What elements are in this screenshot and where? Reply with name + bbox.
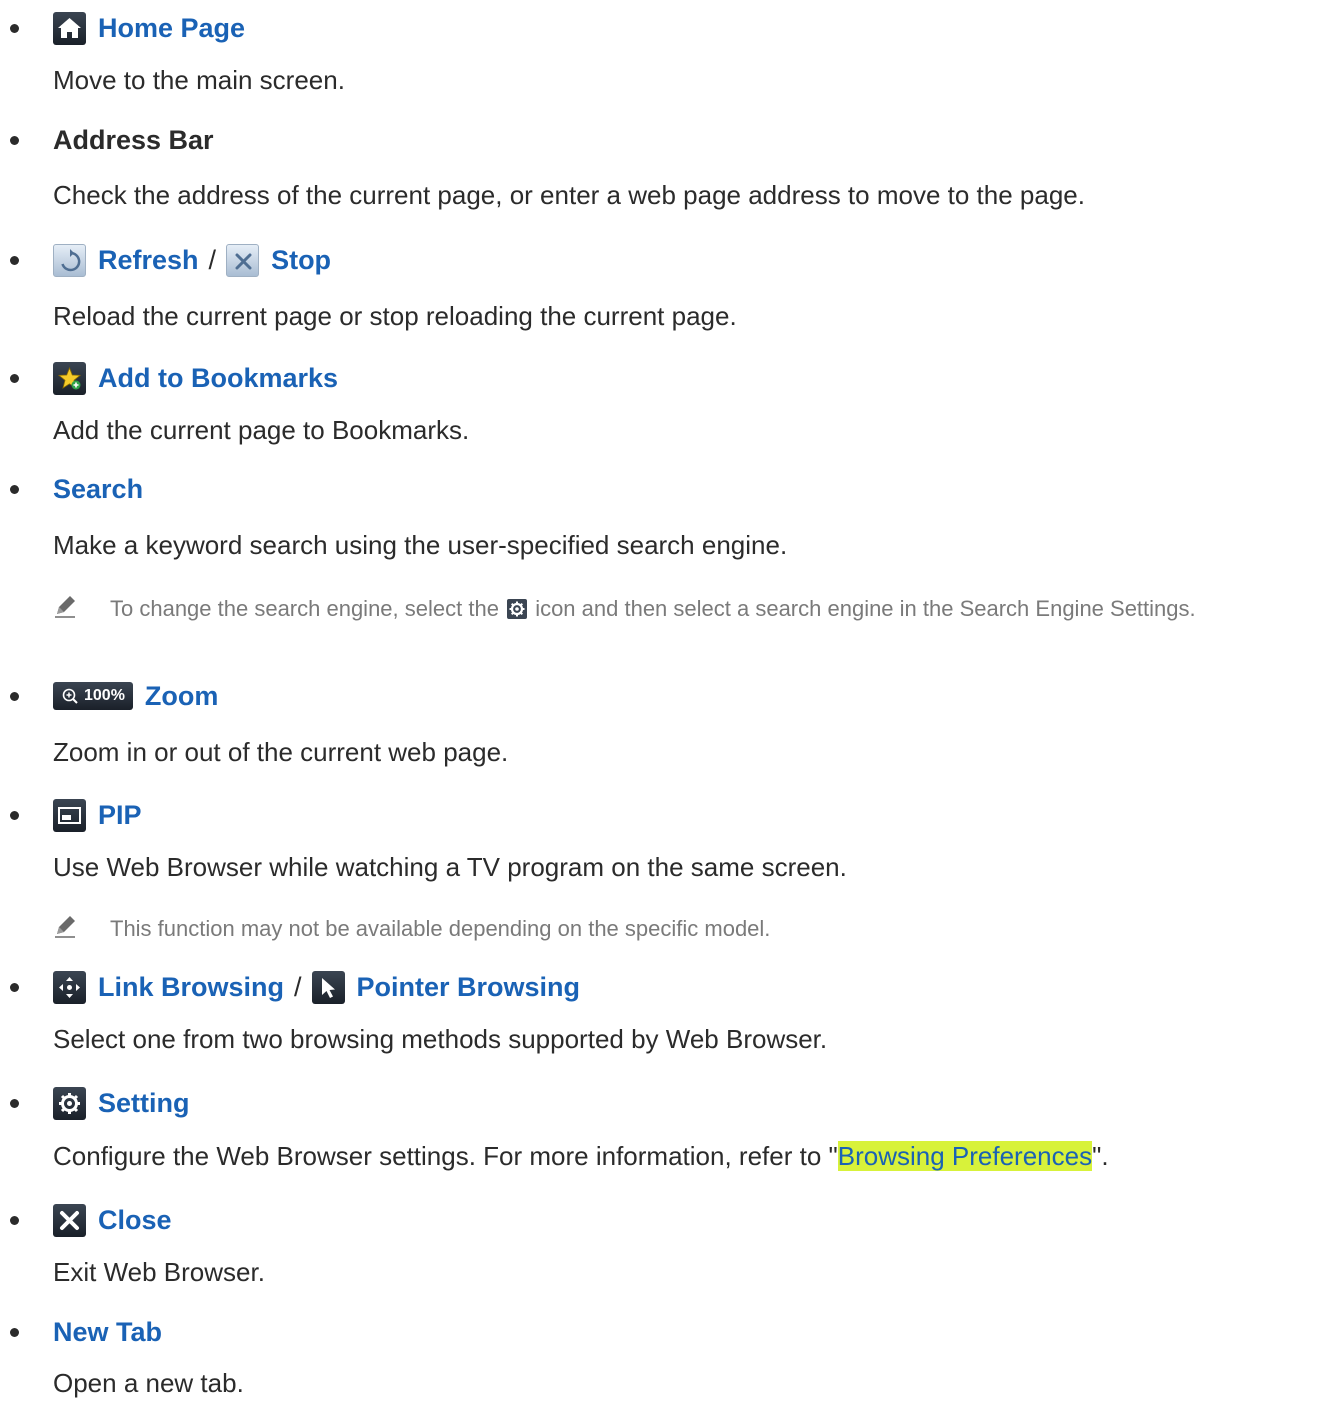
- item-title: Refresh / Stop: [53, 242, 331, 278]
- browsing-preferences-link[interactable]: Browsing Preferences: [837, 1141, 1093, 1171]
- pointer-icon: [311, 970, 345, 1004]
- pip-icon: [53, 798, 86, 832]
- item-title: 100% Zoom: [53, 678, 218, 714]
- note-text-before: To change the search engine, select the: [110, 596, 499, 621]
- item-description: Zoom in or out of the current web page.: [53, 737, 509, 767]
- item-title: Address Bar: [53, 124, 214, 155]
- item-description: Make a keyword search using the user-spe…: [53, 530, 788, 560]
- item-description: Open a new tab.: [53, 1368, 244, 1398]
- note-text-after: icon and then select a search engine in …: [535, 596, 1196, 621]
- note-text: To change the search engine, select the …: [110, 592, 1320, 625]
- item-description: Move to the main screen.: [53, 65, 345, 95]
- item-title: Link Browsing / Pointer Browsing: [53, 969, 580, 1005]
- item-title: Close: [53, 1202, 172, 1238]
- pencil-note-icon: [53, 592, 79, 618]
- stop-link[interactable]: Stop: [271, 245, 331, 276]
- bullet: [10, 374, 19, 383]
- bullet: [10, 24, 19, 33]
- link-browsing-link[interactable]: Link Browsing: [98, 972, 284, 1003]
- search-link[interactable]: Search: [53, 474, 143, 505]
- bullet: [10, 1216, 19, 1225]
- home-page-link[interactable]: Home Page: [98, 13, 245, 44]
- item-title: Home Page: [53, 10, 245, 46]
- bullet: [10, 692, 19, 701]
- note-text: This function may not be available depen…: [110, 916, 771, 941]
- add-to-bookmarks-link[interactable]: Add to Bookmarks: [98, 363, 338, 394]
- bullet: [10, 1099, 19, 1108]
- bullet: [10, 983, 19, 992]
- item-title: Search: [53, 471, 143, 507]
- item-description: Select one from two browsing methods sup…: [53, 1024, 828, 1054]
- link-browsing-icon: [53, 970, 86, 1004]
- item-description: Check the address of the current page, o…: [53, 180, 1085, 210]
- home-icon: [53, 11, 86, 45]
- zoom-link[interactable]: Zoom: [145, 681, 219, 712]
- item-description: Configure the Web Browser settings. For …: [53, 1139, 1109, 1173]
- item-title: New Tab: [53, 1314, 162, 1350]
- gear-icon: [507, 599, 528, 619]
- item-description: Use Web Browser while watching a TV prog…: [53, 852, 847, 882]
- item-title: Setting: [53, 1085, 190, 1121]
- zoom-level: 100%: [84, 687, 125, 704]
- item-description: Add the current page to Bookmarks.: [53, 415, 470, 445]
- refresh-link[interactable]: Refresh: [98, 245, 199, 276]
- zoom-in-icon: [62, 688, 78, 704]
- separator: /: [208, 244, 217, 275]
- item-title: Add to Bookmarks: [53, 360, 338, 396]
- pip-link[interactable]: PIP: [98, 800, 142, 831]
- new-tab-link[interactable]: New Tab: [53, 1317, 162, 1348]
- bullet: [10, 136, 19, 145]
- bullet: [10, 485, 19, 494]
- bookmark-star-icon: [53, 361, 86, 395]
- bullet: [10, 811, 19, 820]
- close-icon: [53, 1203, 86, 1237]
- item-title: PIP: [53, 797, 142, 833]
- bullet: [10, 1328, 19, 1337]
- pencil-note-icon: [53, 912, 79, 938]
- stop-icon: [226, 243, 260, 277]
- settings-gear-icon: [53, 1086, 86, 1120]
- pointer-browsing-link[interactable]: Pointer Browsing: [357, 972, 581, 1003]
- refresh-icon: [53, 243, 86, 277]
- item-description: Exit Web Browser.: [53, 1257, 265, 1287]
- close-link[interactable]: Close: [98, 1205, 172, 1236]
- bullet: [10, 256, 19, 265]
- setting-link[interactable]: Setting: [98, 1088, 190, 1119]
- item-description: Reload the current page or stop reloadin…: [53, 301, 737, 331]
- setting-desc-before: Configure the Web Browser settings. For …: [53, 1141, 838, 1171]
- zoom-badge: 100%: [53, 682, 133, 710]
- setting-desc-after: ".: [1092, 1141, 1109, 1171]
- separator: /: [294, 971, 302, 1002]
